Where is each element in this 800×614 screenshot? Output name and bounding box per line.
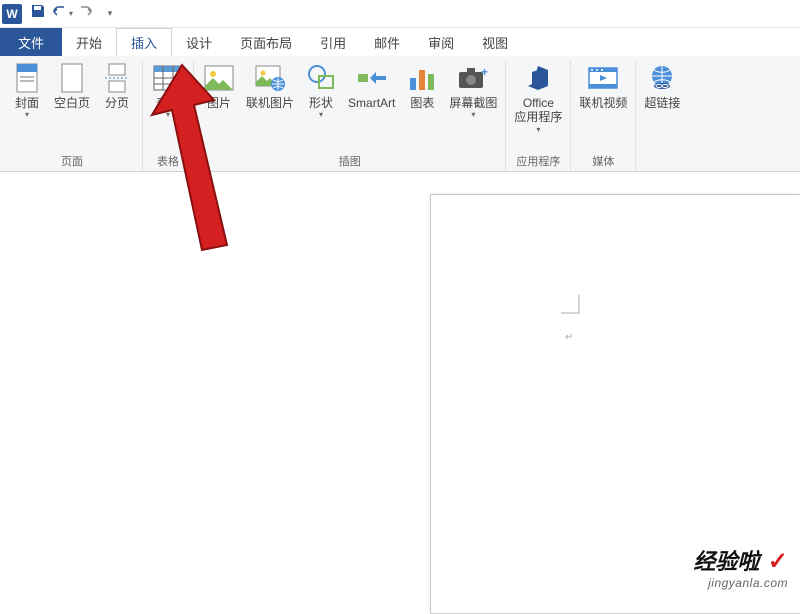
group-media: 联机视频 媒体 [571, 60, 636, 171]
group-page-label: 页面 [6, 151, 138, 171]
group-table: 表格 ▾ 表格 [143, 60, 194, 171]
undo-button[interactable]: ▾ [50, 2, 74, 26]
cover-page-button[interactable]: 封面 ▾ [6, 60, 48, 121]
online-picture-label: 联机图片 [246, 96, 294, 110]
page-break-label: 分页 [105, 96, 129, 110]
online-video-label: 联机视频 [579, 96, 627, 110]
document-area: ↵ [0, 172, 800, 600]
office-apps-button[interactable]: Office 应用程序 ▾ [510, 60, 566, 136]
tab-design[interactable]: 设计 [172, 28, 226, 56]
save-icon [30, 3, 46, 24]
group-page: 封面 ▾ 空白页 分页 页面 [2, 60, 143, 171]
table-icon [152, 62, 184, 94]
group-media-label: 媒体 [575, 151, 631, 171]
document-page[interactable]: ↵ [430, 194, 800, 614]
svg-text:+: + [481, 65, 488, 79]
ribbon: 封面 ▾ 空白页 分页 页面 [0, 56, 800, 172]
screenshot-icon: + [457, 62, 489, 94]
tab-review[interactable]: 审阅 [414, 28, 468, 56]
title-bar: W ▾ ▾ [0, 0, 800, 28]
chart-button[interactable]: 图表 [401, 60, 443, 112]
group-apps: Office 应用程序 ▾ 应用程序 [506, 60, 571, 171]
cover-page-icon [11, 62, 43, 94]
page-break-button[interactable]: 分页 [96, 60, 138, 112]
chevron-down-icon: ▾ [69, 9, 73, 18]
shapes-icon [305, 62, 337, 94]
online-video-icon [587, 62, 619, 94]
office-apps-label: Office 应用程序 [514, 96, 562, 125]
table-button[interactable]: 表格 ▾ [147, 60, 189, 121]
group-illustration: 图片 联机图片 形状 ▾ SmartArt [194, 60, 506, 171]
tab-view[interactable]: 视图 [468, 28, 522, 56]
page-margin-marker: ↵ [561, 295, 591, 343]
chevron-down-icon: ▾ [108, 8, 113, 19]
smartart-icon [356, 62, 388, 94]
group-table-label: 表格 [147, 151, 189, 171]
save-button[interactable] [26, 2, 50, 26]
smartart-button[interactable]: SmartArt [344, 60, 399, 112]
picture-label: 图片 [207, 96, 231, 110]
picture-button[interactable]: 图片 [198, 60, 240, 112]
tab-references[interactable]: 引用 [306, 28, 360, 56]
screenshot-label: 屏幕截图 [449, 96, 497, 110]
group-links-label [640, 167, 684, 171]
tab-layout[interactable]: 页面布局 [226, 28, 306, 56]
tab-file[interactable]: 文件 [0, 28, 62, 56]
group-apps-label: 应用程序 [510, 151, 566, 171]
online-video-button[interactable]: 联机视频 [575, 60, 631, 112]
redo-icon [78, 3, 94, 24]
chevron-down-icon: ▾ [166, 110, 170, 119]
online-picture-icon [254, 62, 286, 94]
hyperlink-button[interactable]: 超链接 [640, 60, 684, 112]
table-label: 表格 [156, 96, 180, 110]
chart-label: 图表 [410, 96, 434, 110]
hyperlink-label: 超链接 [644, 96, 680, 110]
chevron-down-icon: ▾ [536, 125, 540, 134]
blank-page-button[interactable]: 空白页 [50, 60, 94, 112]
chevron-down-icon: ▾ [25, 110, 29, 119]
blank-page-icon [56, 62, 88, 94]
blank-page-label: 空白页 [54, 96, 90, 110]
chevron-down-icon: ▾ [319, 110, 323, 119]
smartart-label: SmartArt [348, 96, 395, 110]
screenshot-button[interactable]: + 屏幕截图 ▾ [445, 60, 501, 121]
word-logo-icon: W [2, 4, 22, 24]
office-apps-icon [522, 62, 554, 94]
redo-button[interactable] [74, 2, 98, 26]
cover-page-label: 封面 [15, 96, 39, 110]
undo-icon [51, 3, 67, 24]
shapes-button[interactable]: 形状 ▾ [300, 60, 342, 121]
page-break-icon [101, 62, 133, 94]
tab-insert[interactable]: 插入 [116, 28, 172, 56]
shapes-label: 形状 [309, 96, 333, 110]
paragraph-mark-icon: ↵ [565, 332, 591, 343]
tab-home[interactable]: 开始 [62, 28, 116, 56]
qat-customize-button[interactable]: ▾ [98, 2, 122, 26]
tab-mailings[interactable]: 邮件 [360, 28, 414, 56]
chart-icon [406, 62, 438, 94]
hyperlink-icon [646, 62, 678, 94]
online-picture-button[interactable]: 联机图片 [242, 60, 298, 112]
group-illustration-label: 插图 [198, 151, 501, 171]
chevron-down-icon: ▾ [471, 110, 475, 119]
picture-icon [203, 62, 235, 94]
ribbon-tabs: 文件 开始 插入 设计 页面布局 引用 邮件 审阅 视图 [0, 28, 800, 56]
group-links: 超链接 [636, 60, 688, 171]
